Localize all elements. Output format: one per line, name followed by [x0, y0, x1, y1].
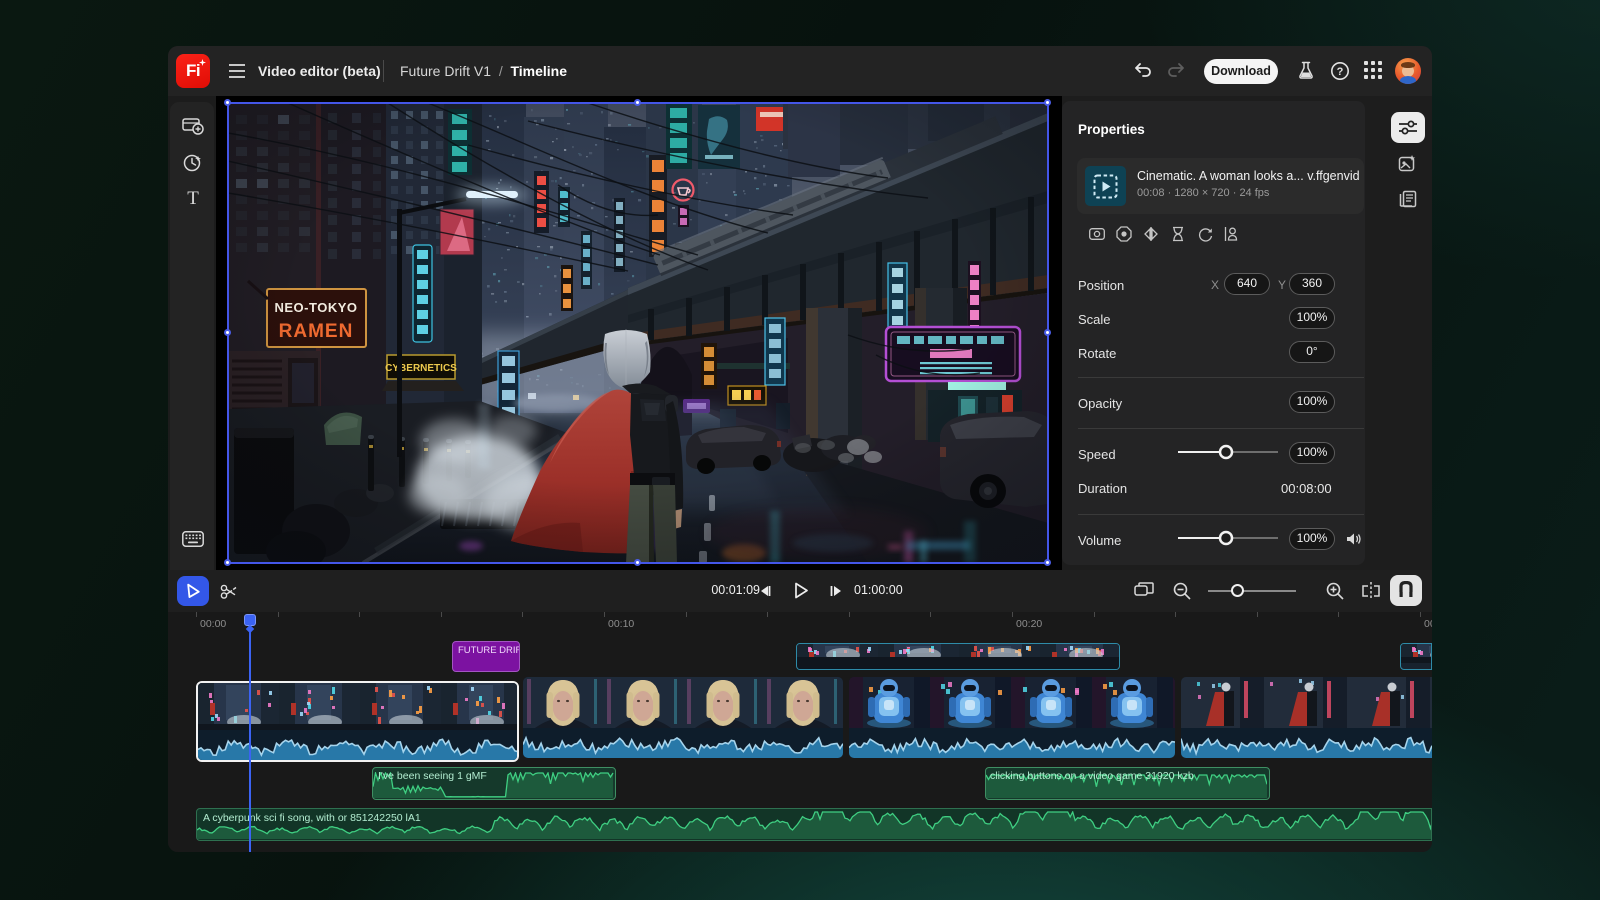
svg-text:?: ? [1337, 66, 1344, 78]
